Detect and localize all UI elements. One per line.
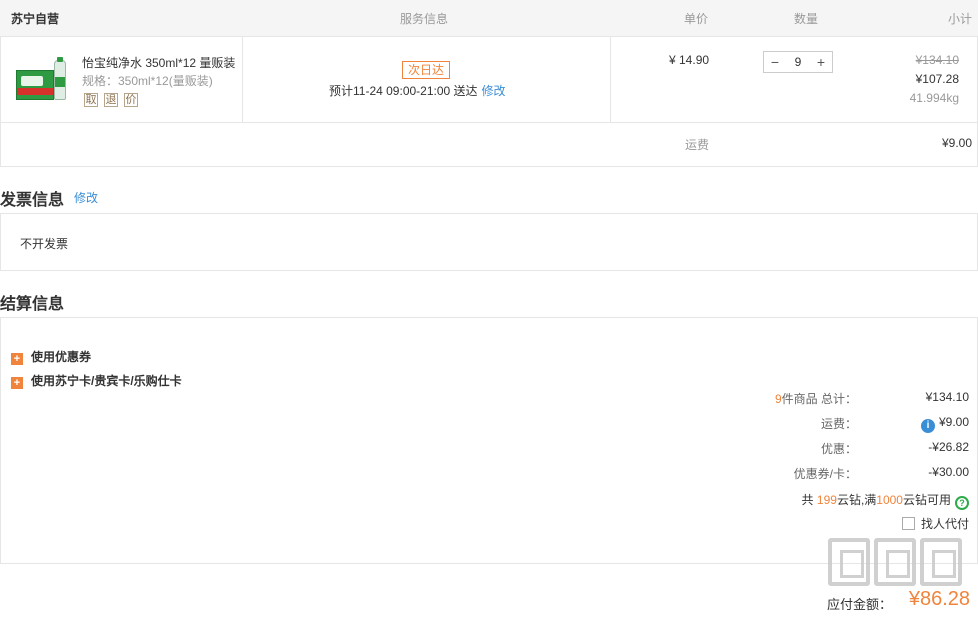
coupon-label: 优惠券/卡： (793, 467, 857, 481)
discount-label: 优惠： (820, 442, 857, 456)
summary-total-row: 9件商品 总计： ¥134.10 (577, 390, 977, 408)
proxy-pay-option[interactable]: 找人代付 (901, 515, 969, 532)
original-price: ¥134.10 (915, 53, 959, 67)
quantity-minus-button[interactable]: − (765, 52, 785, 72)
column-service: 服务信息 (400, 12, 449, 26)
invoice-modify-link[interactable]: 修改 (74, 189, 98, 206)
yunzuan-threshold: 1000 (876, 493, 903, 507)
item-count: 9 (774, 392, 782, 406)
cart-header: 苏宁自营 服务信息 单价 数量 小计 (0, 0, 978, 37)
expand-plus-icon: + (11, 377, 23, 389)
water-pack-image (16, 70, 54, 100)
price-protect-tag-icon[interactable]: 价 (124, 93, 138, 107)
use-coupon-label: 使用优惠券 (31, 350, 92, 364)
product-cell: 怡宝纯净水 350ml*12 量贩装 规格： 350ml*12(量贩装) 取退价 (1, 37, 243, 122)
total-label-text: 件商品 总计： (781, 392, 857, 406)
summary-freight-label: 运费： (820, 417, 857, 431)
pickup-tag-icon[interactable]: 取 (84, 93, 98, 107)
freight-label: 运费 (685, 138, 710, 152)
yunzuan-mid: 云钻,满 (836, 493, 877, 507)
eta-modify-link[interactable]: 修改 (482, 84, 506, 98)
quantity-input[interactable]: 9 (786, 52, 810, 72)
summary-freight-amount: ¥9.00 (938, 415, 969, 429)
discount-value: -¥26.82 (928, 440, 969, 454)
yunzuan-prefix: 共 (801, 493, 814, 507)
item-weight: 41.994kg (909, 91, 959, 105)
quantity-plus-button[interactable]: + (811, 52, 831, 72)
yunzuan-total: 199 (816, 493, 837, 507)
settlement-box: + 使用优惠券 + 使用苏宁卡/贵宾卡/乐购仕卡 9件商品 总计： ¥134.10 … (0, 317, 978, 564)
coupon-value: -¥30.00 (928, 465, 969, 479)
freight-row: 运费 ¥9.00 (0, 123, 978, 167)
settlement-title: 结算信息 (0, 296, 65, 313)
invoice-box: 不开发票 (0, 213, 978, 271)
next-day-badge: 次日达 (402, 61, 451, 79)
watermark-glyph (920, 538, 962, 586)
proxy-pay-label: 找人代付 (920, 517, 969, 531)
product-thumbnail[interactable] (16, 57, 68, 104)
use-coupon-toggle[interactable]: + 使用优惠券 (11, 348, 91, 365)
quantity-stepper: − 9 + (763, 51, 833, 73)
total-value: ¥134.10 (925, 390, 969, 404)
summary-coupon-row: 优惠券/卡： -¥30.00 (577, 465, 977, 483)
proxy-pay-checkbox[interactable] (901, 517, 915, 530)
eta-text: 预计11-24 09:00-21:00 送达 (329, 84, 478, 98)
column-unit-price: 单价 (684, 12, 709, 26)
invoice-value: 不开发票 (20, 237, 69, 251)
info-icon[interactable]: i (920, 419, 935, 433)
summary-freight-row: 运费： i ¥9.00 (577, 415, 977, 433)
watermark-glyph (874, 538, 916, 586)
delivery-eta: 预计11-24 09:00-21:00 送达 修改 (329, 82, 506, 99)
total-label: 9件商品 总计： (775, 390, 857, 407)
watermark-logo (828, 538, 976, 594)
spec-label: 规格： (82, 74, 119, 88)
product-name-link[interactable]: 怡宝纯净水 350ml*12 量贩装 (82, 54, 237, 71)
column-subtotal: 小计 (947, 12, 972, 26)
freight-value: ¥9.00 (941, 136, 972, 150)
yunzuan-suffix: 云钻可用 (902, 493, 951, 507)
invoice-title: 发票信息 (0, 192, 65, 209)
summary-discount-row: 优惠： -¥26.82 (577, 440, 977, 458)
summary-freight-value: i ¥9.00 (920, 415, 969, 433)
watermark-glyph (828, 538, 870, 586)
payable-label: 应付金额： (826, 597, 892, 612)
cart-item-row: 怡宝纯净水 350ml*12 量贩装 规格： 350ml*12(量贩装) 取退价… (0, 37, 978, 123)
water-bottle-image (54, 57, 66, 100)
use-card-label: 使用苏宁卡/贵宾卡/乐购仕卡 (31, 374, 182, 388)
proxy-pay-row: 找人代付 (577, 515, 977, 533)
expand-plus-icon: + (11, 353, 23, 365)
yunzuan-row: 共 199云钻,满1000云钻可用? (577, 491, 977, 510)
service-tags: 取退价 (84, 92, 144, 107)
use-card-toggle[interactable]: + 使用苏宁卡/贵宾卡/乐购仕卡 (11, 372, 182, 389)
spec-value: 350ml*12(量贩装) (118, 74, 213, 88)
column-quantity: 数量 (794, 12, 819, 26)
yunzuan-text: 共 199云钻,满1000云钻可用? (802, 491, 969, 510)
service-cell: 次日达 预计11-24 09:00-21:00 送达 修改 (243, 37, 611, 122)
item-subtotal: ¥107.28 (915, 72, 959, 86)
return-tag-icon[interactable]: 退 (104, 93, 118, 107)
payable-value: ¥86.28 (908, 588, 970, 610)
store-name: 苏宁自营 (11, 12, 60, 26)
unit-price: ¥ 14.90 (669, 53, 710, 67)
help-icon[interactable]: ? (955, 496, 969, 510)
